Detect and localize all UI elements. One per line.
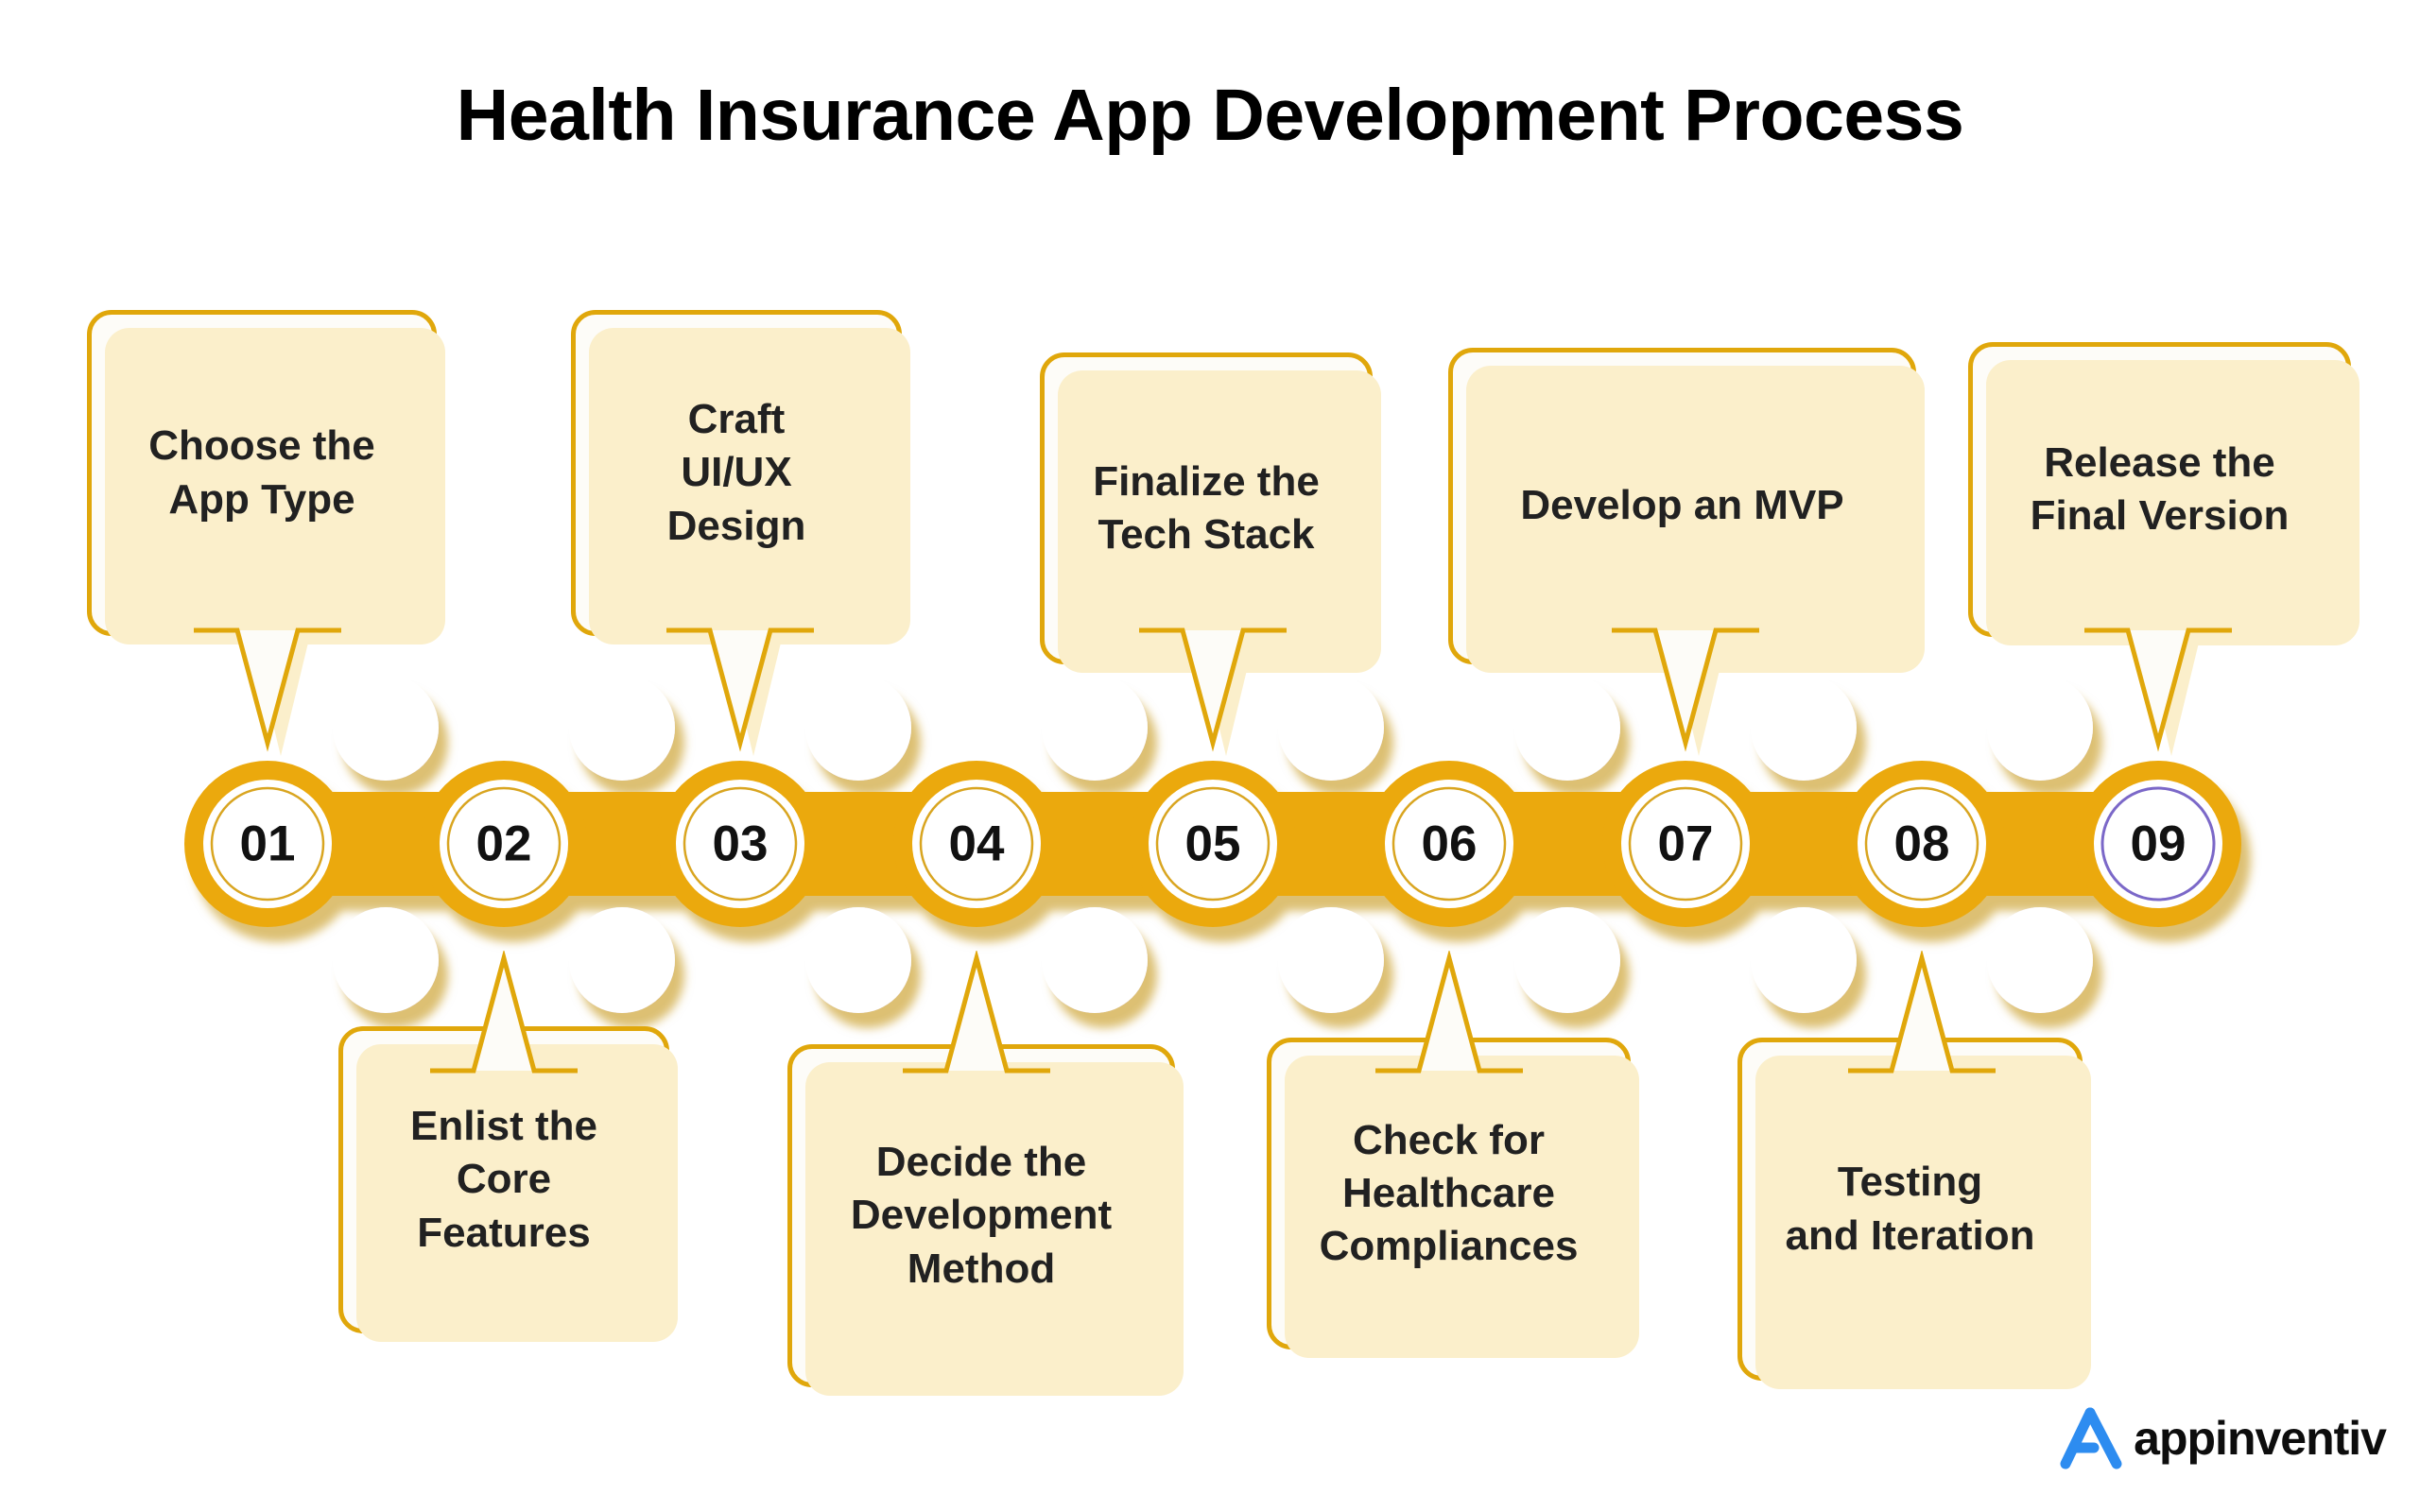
appinventiv-a-mark-icon [2060, 1407, 2122, 1469]
step-number-08: 08 [1894, 816, 1950, 872]
callout-line: Check for [1353, 1116, 1545, 1163]
callout-tail-top-09 [2084, 627, 2234, 756]
callout-line: Craft [687, 396, 786, 443]
chain-step-07[interactable]: 07 [1621, 780, 1750, 908]
callout-line: Decide the [875, 1139, 1087, 1186]
callout-line: App Type [168, 475, 355, 523]
callout-text-step-02: Enlist the Core Features [343, 1100, 665, 1260]
callout-box-step-06[interactable]: Check for Healthcare Compliances [1267, 1038, 1639, 1358]
callout-line: Testing [1837, 1159, 1983, 1206]
chain-connector-bar [184, 675, 2241, 1013]
callout-text-step-09: Release the Final Version [1973, 437, 2346, 543]
callout-line: Core [456, 1156, 552, 1203]
step-number-06: 06 [1422, 816, 1478, 872]
callout-text-step-06: Check for Healthcare Compliances [1271, 1114, 1626, 1274]
callout-line: Features [417, 1209, 591, 1256]
callout-tail-top-01 [194, 627, 343, 756]
callout-box-step-05[interactable]: Finalize the Tech Stack [1040, 352, 1381, 673]
step-number-07: 07 [1658, 816, 1714, 872]
callout-line: Final Version [2030, 492, 2290, 539]
callout-box-step-01[interactable]: Choose the App Type [87, 310, 445, 644]
chain-step-02[interactable]: 02 [440, 780, 568, 908]
callout-line: UI/UX [681, 449, 792, 496]
callout-box-step-07[interactable]: Develop an MVP [1448, 348, 1925, 673]
callout-box-step-09[interactable]: Release the Final Version [1968, 342, 2360, 645]
callout-text-step-04: Decide the Development Method [792, 1136, 1170, 1296]
callout-text-step-07: Develop an MVP [1453, 479, 1911, 532]
callout-line: Tech Stack [1098, 511, 1315, 558]
callout-line: and Iteration [1785, 1211, 2035, 1259]
step-number-01: 01 [240, 816, 296, 872]
callout-box-step-02[interactable]: Enlist the Core Features [338, 1026, 678, 1342]
step-number-09: 09 [2131, 816, 2187, 872]
callout-line: Choose the [148, 422, 375, 470]
callout-box-step-04[interactable]: Decide the Development Method [787, 1044, 1184, 1396]
callout-text-step-08: Testing and Iteration [1742, 1156, 2078, 1263]
callout-text-step-01: Choose the App Type [92, 420, 432, 526]
appinventiv-logo-text: appinventiv [2134, 1412, 2387, 1465]
step-number-03: 03 [713, 816, 769, 872]
callout-text-step-05: Finalize the Tech Stack [1045, 455, 1368, 562]
chain-step-09[interactable]: 09 [2094, 780, 2222, 908]
chain-step-08[interactable]: 08 [1858, 780, 1986, 908]
chain-step-04[interactable]: 04 [912, 780, 1041, 908]
callout-line: Compliances [1319, 1223, 1579, 1270]
chain-step-01[interactable]: 01 [203, 780, 332, 908]
chain-step-03[interactable]: 03 [676, 780, 804, 908]
callout-line: Healthcare [1341, 1169, 1555, 1216]
callout-box-step-03[interactable]: Craft UI/UX Design [571, 310, 910, 644]
callout-text-step-03: Craft UI/UX Design [576, 393, 897, 553]
step-number-02: 02 [476, 816, 532, 872]
callout-line: Release the [2044, 438, 2275, 486]
callout-box-step-08[interactable]: Testing and Iteration [1737, 1038, 2091, 1389]
infographic-canvas: Health Insurance App Development Process [0, 0, 2420, 1512]
callout-line: Method [907, 1245, 1056, 1292]
chain-step-05[interactable]: 05 [1149, 780, 1277, 908]
appinventiv-logo[interactable]: appinventiv [2056, 1404, 2387, 1472]
page-title: Health Insurance App Development Process [456, 75, 1964, 156]
callout-line: Enlist the [409, 1103, 598, 1150]
callout-line: Finalize the [1093, 457, 1320, 505]
callout-line: Development [850, 1192, 1113, 1239]
chain-step-06[interactable]: 06 [1385, 780, 1513, 908]
callout-line: Develop an MVP [1520, 482, 1844, 529]
step-number-05: 05 [1185, 816, 1241, 872]
callout-line: Design [666, 502, 806, 549]
step-number-04: 04 [949, 816, 1005, 872]
callout-tail-top-03 [666, 627, 816, 756]
